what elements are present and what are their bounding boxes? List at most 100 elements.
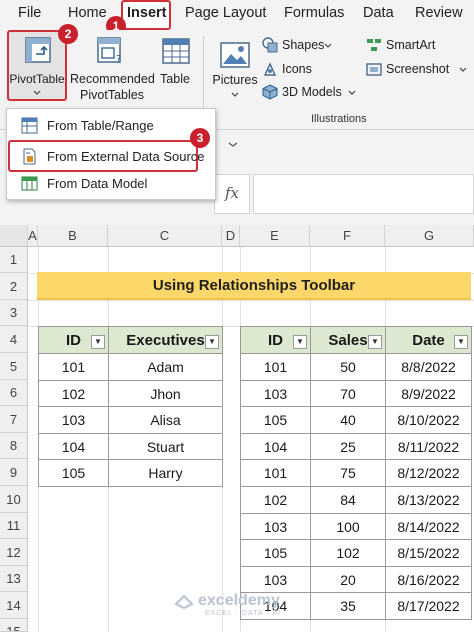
tab-formulas[interactable]: Formulas: [284, 5, 344, 21]
column-header-g[interactable]: G: [385, 225, 474, 247]
row-header-6[interactable]: 6: [0, 380, 28, 406]
table-cell[interactable]: Alisa: [108, 406, 223, 434]
table-row: 105 102 8/15/2022: [240, 539, 472, 567]
filter-dropdown-icon[interactable]: ▼: [205, 335, 219, 349]
table-icon: [162, 38, 190, 64]
row-header-4[interactable]: 4: [0, 326, 28, 353]
table-header-id[interactable]: ID ▼: [38, 326, 109, 354]
row-header-13[interactable]: 13: [0, 566, 28, 592]
table-cell[interactable]: 8/12/2022: [385, 459, 472, 487]
screenshot-button[interactable]: Screenshot: [366, 60, 472, 78]
row-header-3[interactable]: 3: [0, 300, 28, 326]
table-header-date[interactable]: Date ▼: [385, 326, 472, 354]
chevron-down-icon[interactable]: [228, 142, 238, 148]
table-cell[interactable]: 103: [240, 380, 311, 407]
table-cell[interactable]: 101: [240, 353, 311, 381]
table-cell[interactable]: 105: [38, 459, 109, 487]
table-cell[interactable]: 101: [240, 459, 311, 487]
pictures-button[interactable]: Pictures: [210, 36, 260, 102]
row-header-5[interactable]: 5: [0, 353, 28, 380]
tab-file[interactable]: File: [18, 5, 41, 21]
table-cell[interactable]: 50: [310, 353, 386, 381]
cube-icon: [262, 84, 278, 100]
row-header-11[interactable]: 11: [0, 513, 28, 539]
table-cell[interactable]: 8/9/2022: [385, 380, 472, 407]
table-cell[interactable]: 8/11/2022: [385, 433, 472, 460]
table-cell[interactable]: 75: [310, 459, 386, 487]
table-cell[interactable]: 84: [310, 486, 386, 514]
table-cell[interactable]: 103: [240, 513, 311, 540]
table-cell[interactable]: 8/8/2022: [385, 353, 472, 381]
table-cell[interactable]: Jhon: [108, 380, 223, 407]
tab-review[interactable]: Review: [415, 5, 463, 21]
table-cell[interactable]: 100: [310, 513, 386, 540]
fx-button[interactable]: fx: [214, 174, 250, 214]
table-cell[interactable]: 20: [310, 566, 386, 593]
table-cell[interactable]: Adam: [108, 353, 223, 381]
row-header-2[interactable]: 2: [0, 273, 28, 300]
table-cell[interactable]: 104: [240, 433, 311, 460]
select-all-corner[interactable]: [0, 225, 28, 247]
table-cell[interactable]: 105: [240, 539, 311, 567]
filter-dropdown-icon[interactable]: ▼: [91, 335, 105, 349]
table-cell[interactable]: 101: [38, 353, 109, 381]
filter-dropdown-icon[interactable]: ▼: [293, 335, 307, 349]
column-header-a[interactable]: A: [28, 225, 38, 247]
row-header-15[interactable]: 15: [0, 619, 28, 632]
row-header-7[interactable]: 7: [0, 406, 28, 433]
tab-home[interactable]: Home: [68, 5, 107, 21]
column-header-f[interactable]: F: [310, 225, 385, 247]
table-cell[interactable]: 8/15/2022: [385, 539, 472, 567]
callout-3-badge: 3: [190, 128, 210, 148]
shapes-button[interactable]: Shapes: [262, 36, 352, 54]
menu-item-label: From Data Model: [47, 176, 148, 191]
table-cell[interactable]: 103: [240, 566, 311, 593]
table-cell[interactable]: 70: [310, 380, 386, 407]
table-cell[interactable]: 8/10/2022: [385, 406, 472, 434]
table-cell[interactable]: 102: [240, 486, 311, 514]
menu-item-from-data-model[interactable]: From Data Model: [7, 171, 215, 197]
table-cell[interactable]: 35: [310, 592, 386, 620]
smartart-button[interactable]: SmartArt: [366, 36, 466, 54]
table-cell[interactable]: Harry: [108, 459, 223, 487]
table-cell[interactable]: 8/16/2022: [385, 566, 472, 593]
table-cell[interactable]: 25: [310, 433, 386, 460]
table-header-id[interactable]: ID ▼: [240, 326, 311, 354]
table-row: 101 50 8/8/2022: [240, 353, 472, 381]
menu-item-from-external-data-source[interactable]: From External Data Source: [7, 144, 215, 170]
table-cell[interactable]: 40: [310, 406, 386, 434]
table-cell[interactable]: 105: [240, 406, 311, 434]
row-header-12[interactable]: 12: [0, 539, 28, 566]
3d-models-button[interactable]: 3D Models: [262, 83, 372, 101]
table-cell[interactable]: 8/13/2022: [385, 486, 472, 514]
tab-page-layout[interactable]: Page Layout: [185, 5, 266, 21]
table-button[interactable]: Table: [156, 32, 194, 102]
column-header-c[interactable]: C: [108, 225, 222, 247]
row-header-8[interactable]: 8: [0, 433, 28, 459]
tab-data[interactable]: Data: [363, 5, 394, 21]
formula-input[interactable]: [253, 174, 474, 214]
tab-insert[interactable]: Insert: [127, 5, 167, 21]
table-cell[interactable]: 8/14/2022: [385, 513, 472, 540]
column-header-e[interactable]: E: [240, 225, 310, 247]
table-cell[interactable]: 102: [38, 380, 109, 407]
table-cell[interactable]: Stuart: [108, 433, 223, 460]
row-header-10[interactable]: 10: [0, 486, 28, 513]
table-header-executives[interactable]: Executives ▼: [108, 326, 223, 354]
table-cell[interactable]: 104: [38, 433, 109, 460]
column-header-d[interactable]: D: [222, 225, 240, 247]
table-cell[interactable]: 102: [310, 539, 386, 567]
pivot-table-button[interactable]: PivotTable: [7, 30, 67, 101]
table-cell[interactable]: 8/17/2022: [385, 592, 472, 620]
row-header-14[interactable]: 14: [0, 592, 28, 619]
recommended-pivottables-button[interactable]: ? Recommended PivotTables: [70, 32, 155, 104]
filter-dropdown-icon[interactable]: ▼: [368, 335, 382, 349]
table-cell[interactable]: 103: [38, 406, 109, 434]
row-header-1[interactable]: 1: [0, 247, 28, 273]
menu-item-from-table-range[interactable]: From Table/Range: [7, 113, 215, 139]
table-header-sales[interactable]: Sales ▼: [310, 326, 386, 354]
column-header-b[interactable]: B: [38, 225, 108, 247]
row-header-9[interactable]: 9: [0, 459, 28, 486]
icons-button[interactable]: Icons: [262, 60, 352, 78]
filter-dropdown-icon[interactable]: ▼: [454, 335, 468, 349]
